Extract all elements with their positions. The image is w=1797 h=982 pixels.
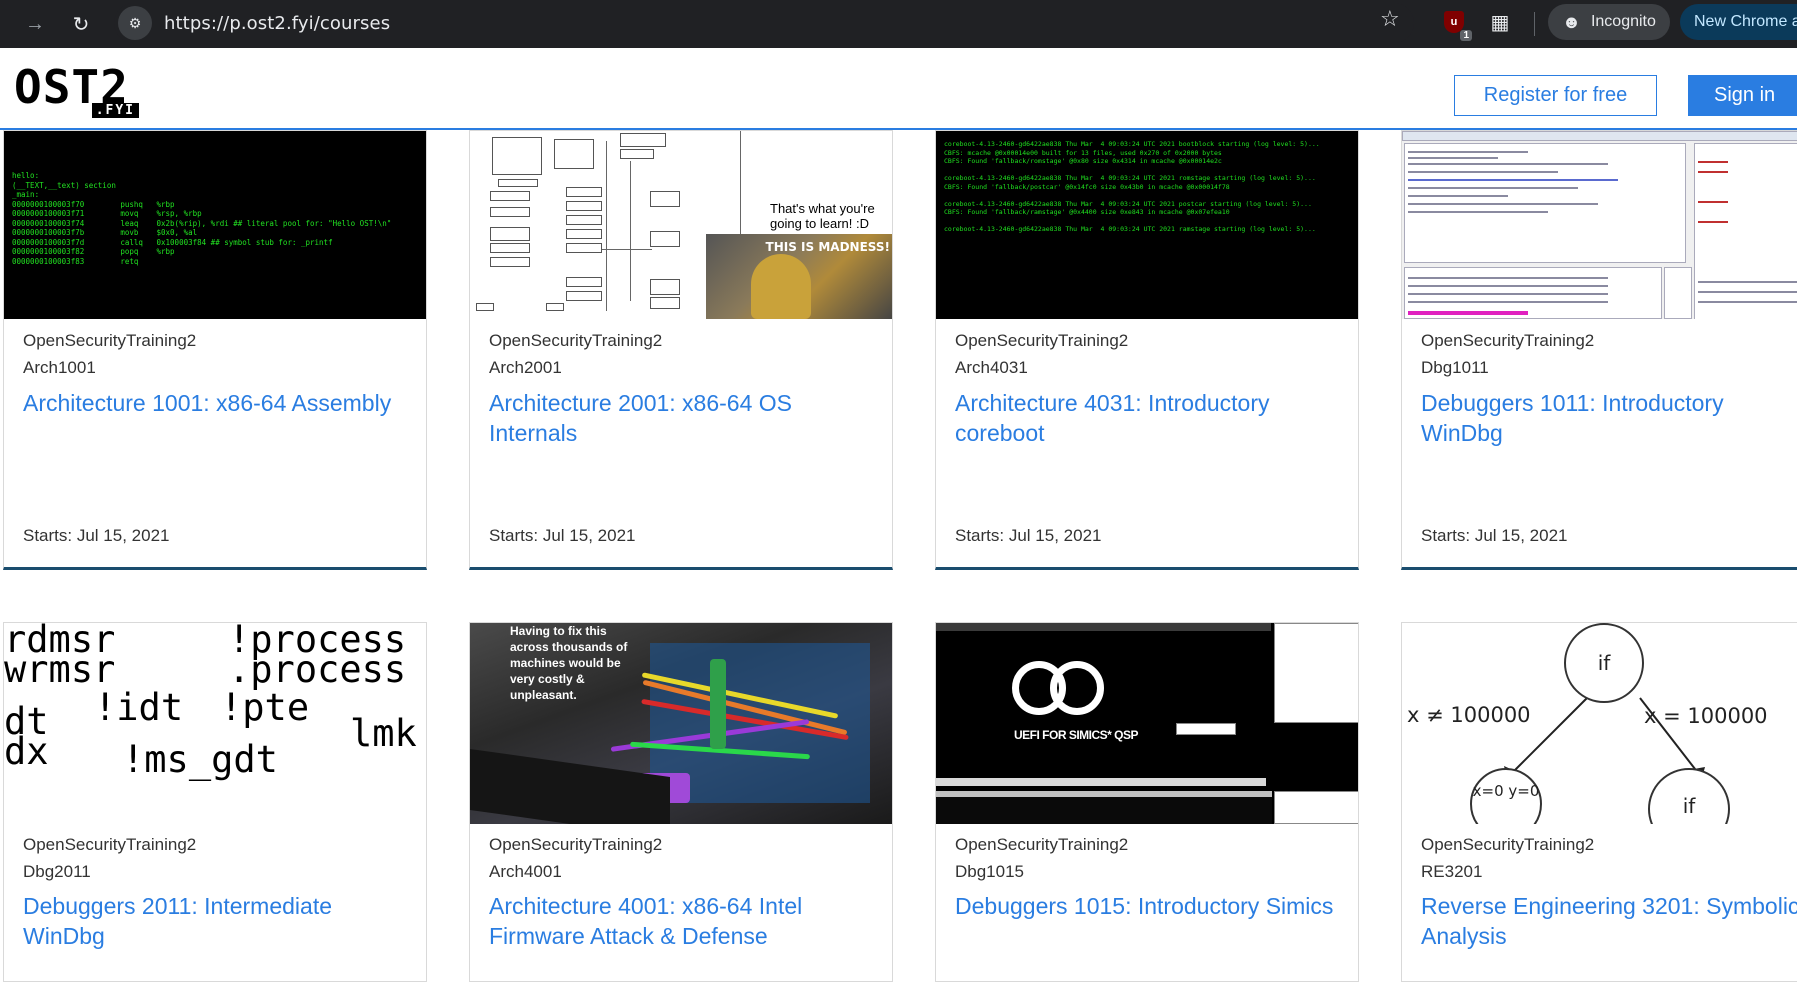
course-card[interactable]: coreboot-4.13-2460-gd6422ae838 Thu Mar 4… (935, 130, 1359, 570)
course-thumbnail[interactable]: Having to fix this across thousands of m… (470, 623, 892, 824)
simics-logo (1012, 661, 1104, 721)
logo-sub-text: .FYI (91, 103, 139, 118)
c3po-madness-image: THIS IS MADNESS! (706, 234, 892, 319)
cmd-text: !pte (220, 686, 310, 729)
incognito-label: Incognito (1590, 13, 1656, 30)
course-title-link[interactable]: Architecture 4001: x86-64 Intel Firmware… (489, 891, 879, 951)
browser-toolbar: → ↻ ⚙ https://p.ost2.fyi/courses ☆ u1 ▦ … (0, 0, 1797, 48)
os-internals-diagram-image: That's what you're going to learn! :D TH… (470, 131, 892, 319)
course-thumbnail[interactable]: UEFI FOR SIMICS* QSP (936, 623, 1358, 824)
course-thumbnail[interactable]: coreboot-4.13-2460-gd6422ae838 Thu Mar 4… (936, 131, 1358, 319)
cmd-text: .process (228, 648, 407, 691)
course-card[interactable]: OpenSecurityTraining2 Dbg1011 Debuggers … (1401, 130, 1797, 570)
course-org: OpenSecurityTraining2 (1421, 331, 1595, 350)
extensions-puzzle-icon[interactable]: ▦ (1485, 7, 1515, 37)
cmd-text: !idt (94, 686, 184, 729)
simics-logo-text: UEFI FOR SIMICS* QSP (1014, 728, 1139, 742)
coreboot-terminal-image: coreboot-4.13-2460-gd6422ae838 Thu Mar 4… (936, 131, 1358, 319)
cmd-text: dx (4, 730, 49, 773)
course-thumbnail[interactable]: rdmsr wrmsr !process .process dt dx !idt… (4, 623, 426, 824)
toolbar-divider (1534, 12, 1535, 36)
course-org: OpenSecurityTraining2 (1421, 835, 1595, 854)
signin-button[interactable]: Sign in (1688, 75, 1797, 116)
course-card[interactable]: hello: (__TEXT,__text) section _main: 00… (3, 130, 427, 570)
firmware-hardware-photo: Having to fix this across thousands of m… (470, 623, 892, 824)
forward-icon[interactable]: → (18, 7, 52, 41)
course-start-date: Starts: Jul 15, 2021 (955, 526, 1102, 545)
incognito-icon: ☻ (1562, 11, 1581, 32)
course-org: OpenSecurityTraining2 (489, 835, 663, 854)
logo-main-text: OST2 (14, 60, 129, 114)
assembly-terminal-image: hello: (__TEXT,__text) section _main: 00… (4, 131, 426, 319)
cmd-text: !ms_gdt (122, 738, 278, 781)
site-info-icon[interactable]: ⚙ (118, 6, 152, 40)
course-title-link[interactable]: Architecture 1001: x86-64 Assembly (23, 388, 413, 418)
site-header: OST2 .FYI Register for free Sign in (0, 48, 1797, 130)
madness-caption: THIS IS MADNESS! (765, 240, 890, 254)
symbolic-execution-tree-image: if x=0 y=0 if x ≠ 100000 x = 100000 (1402, 623, 1797, 824)
incognito-chip[interactable]: ☻ Incognito (1548, 4, 1670, 40)
course-title-link[interactable]: Reverse Engineering 3201: Symbolic Analy… (1421, 891, 1797, 951)
simics-screenshot-image: UEFI FOR SIMICS* QSP (936, 623, 1358, 824)
course-card[interactable]: That's what you're going to learn! :D TH… (469, 130, 893, 570)
course-card[interactable]: rdmsr wrmsr !process .process dt dx !idt… (3, 622, 427, 982)
course-title-link[interactable]: Debuggers 2011: Intermediate WinDbg (23, 891, 413, 951)
course-code: Arch1001 (23, 358, 96, 377)
new-chrome-button[interactable]: New Chrome av (1680, 4, 1797, 40)
url-text[interactable]: https://p.ost2.fyi/courses (164, 13, 390, 34)
address-bar[interactable]: ⚙ https://p.ost2.fyi/courses (114, 3, 1414, 43)
bookmark-star-icon[interactable]: ☆ (1380, 6, 1400, 32)
register-button[interactable]: Register for free (1454, 75, 1657, 116)
windbg-screenshot-image (1402, 131, 1797, 319)
course-title-link[interactable]: Debuggers 1011: Introductory WinDbg (1421, 388, 1797, 448)
windbg-commands-image: rdmsr wrmsr !process .process dt dx !idt… (4, 623, 426, 824)
tree-node: if (1564, 623, 1644, 703)
cmd-text: wrmsr (4, 648, 116, 691)
ublock-extension-icon[interactable]: u1 (1439, 7, 1472, 41)
course-code: Dbg1015 (955, 862, 1025, 881)
course-title-link[interactable]: Architecture 4031: Introductory coreboot (955, 388, 1345, 448)
course-thumbnail[interactable]: if x=0 y=0 if x ≠ 100000 x = 100000 (1402, 623, 1797, 824)
course-thumbnail[interactable]: hello: (__TEXT,__text) section _main: 00… (4, 131, 426, 319)
course-card[interactable]: if x=0 y=0 if x ≠ 100000 x = 100000 Open… (1401, 622, 1797, 982)
course-thumbnail[interactable] (1402, 131, 1797, 319)
course-code: Arch4001 (489, 862, 562, 881)
ost2-logo[interactable]: OST2 .FYI (14, 60, 142, 118)
course-code: Dbg2011 (23, 862, 91, 881)
course-thumbnail[interactable]: That's what you're going to learn! :D TH… (470, 131, 892, 319)
course-start-date: Starts: Jul 15, 2021 (23, 526, 170, 545)
course-code: RE3201 (1421, 862, 1483, 881)
cmd-text: lmk (350, 712, 417, 755)
course-code: Arch4031 (955, 358, 1028, 377)
course-title-link[interactable]: Architecture 2001: x86-64 OS Internals (489, 388, 879, 448)
course-start-date: Starts: Jul 15, 2021 (1421, 526, 1568, 545)
course-card[interactable]: UEFI FOR SIMICS* QSP OpenSecurityTrainin… (935, 622, 1359, 982)
course-start-date: Starts: Jul 15, 2021 (489, 526, 636, 545)
course-org: OpenSecurityTraining2 (955, 331, 1129, 350)
tree-edge-label: x = 100000 (1644, 704, 1768, 728)
ublock-badge: 1 (1460, 30, 1472, 41)
tree-edge-label: x ≠ 100000 (1407, 703, 1531, 727)
course-code: Dbg1011 (1421, 358, 1489, 377)
course-title-link[interactable]: Debuggers 1015: Introductory Simics (955, 891, 1345, 921)
course-org: OpenSecurityTraining2 (23, 331, 197, 350)
course-org: OpenSecurityTraining2 (489, 331, 663, 350)
course-org: OpenSecurityTraining2 (23, 835, 197, 854)
course-code: Arch2001 (489, 358, 562, 377)
speech-bubble-text: That's what you're going to learn! :D (770, 201, 875, 231)
course-org: OpenSecurityTraining2 (955, 835, 1129, 854)
course-card[interactable]: Having to fix this across thousands of m… (469, 622, 893, 982)
reload-icon[interactable]: ↻ (64, 7, 98, 41)
photo-overlay-text: Having to fix this across thousands of m… (510, 624, 628, 702)
